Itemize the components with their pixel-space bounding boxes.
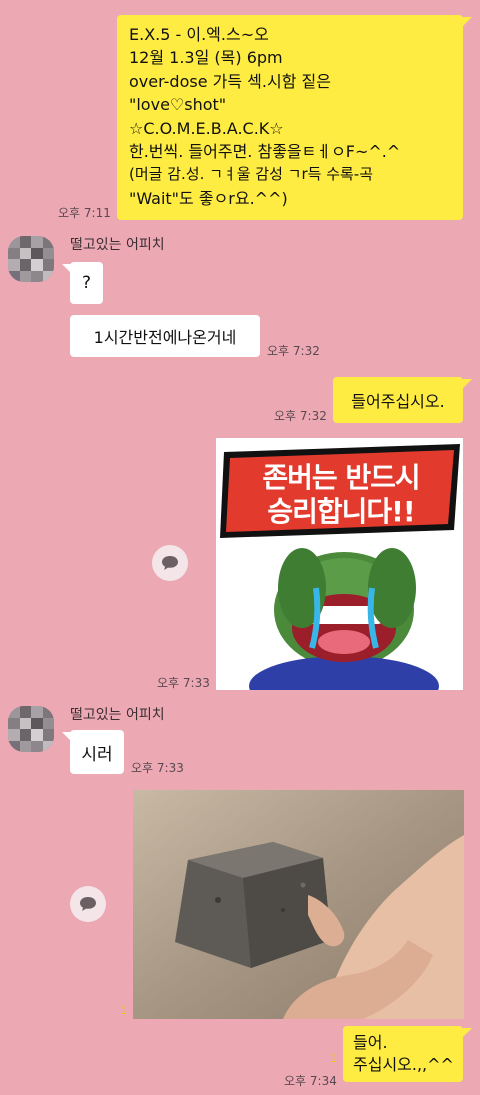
message-line: "love♡shot": [129, 95, 227, 115]
message-line: "Wait"도 좋ㅇr요.^^): [129, 188, 288, 208]
bubble-tail: [463, 17, 472, 26]
sticker-image[interactable]: 존버는 반드시 승리합니다!!: [216, 438, 463, 690]
timestamp: 오후 7:32: [274, 409, 327, 423]
message-line: 들어.: [353, 1033, 388, 1052]
avatar[interactable]: [8, 236, 54, 282]
photo-graphic: [133, 790, 464, 1019]
message-line: 한.번씩. 들어주면. 참좋을ㅌㅔㅇF~^.^: [129, 142, 401, 162]
shared-photo[interactable]: [133, 790, 464, 1019]
unread-count: 1: [120, 1004, 127, 1017]
timestamp: 오후 7:11: [58, 206, 111, 220]
message-text: 시러: [81, 744, 113, 765]
sender-name: 떨고있는 어피치: [70, 237, 165, 253]
unread-count: 1: [330, 1052, 337, 1065]
sticker-text-line2: 승리합니다!!: [267, 495, 415, 528]
avatar[interactable]: [8, 706, 54, 752]
message-line: 12월 1.3일 (목) 6pm: [129, 48, 283, 68]
bubble-tail: [463, 1028, 472, 1037]
message-line: (머글 감.성. ㄱㅕ울 감성 ㄱr득 수록-곡: [129, 165, 374, 184]
bubble-tail: [463, 379, 472, 388]
timestamp: 오후 7:33: [131, 761, 184, 775]
message-text: 들어주십시오.: [351, 392, 445, 411]
message-line: E.X.5 - 이.엑.스~오: [129, 25, 269, 44]
message-text: 1시간반전에나온거네: [93, 328, 237, 347]
message-bubble[interactable]: ?: [70, 262, 103, 304]
bubble-tail: [62, 732, 71, 741]
message-bubble[interactable]: 들어. 주십시오.,,^^: [343, 1026, 463, 1082]
share-icon: [162, 556, 178, 570]
share-icon: [80, 897, 96, 911]
bubble-tail: [62, 264, 71, 273]
message-bubble[interactable]: 들어주십시오.: [333, 377, 463, 423]
message-text: ?: [81, 273, 92, 293]
message-line: ☆C.O.M.E.B.A.C.K☆: [129, 118, 284, 138]
timestamp: 오후 7:33: [157, 676, 210, 690]
sender-name: 떨고있는 어피치: [70, 707, 165, 723]
timestamp: 오후 7:34: [284, 1074, 337, 1088]
message-bubble[interactable]: 1시간반전에나온거네: [70, 315, 260, 357]
message-line: 주십시오.,,^^: [353, 1055, 454, 1074]
share-button[interactable]: [152, 545, 188, 581]
message-bubble-announcement[interactable]: E.X.5 - 이.엑.스~오 12월 1.3일 (목) 6pm over-do…: [117, 15, 463, 220]
share-button[interactable]: [70, 886, 106, 922]
timestamp: 오후 7:32: [267, 344, 320, 358]
message-line: over-dose 가득 섹.시함 짙은: [129, 71, 331, 91]
message-bubble[interactable]: 시러: [70, 730, 124, 774]
